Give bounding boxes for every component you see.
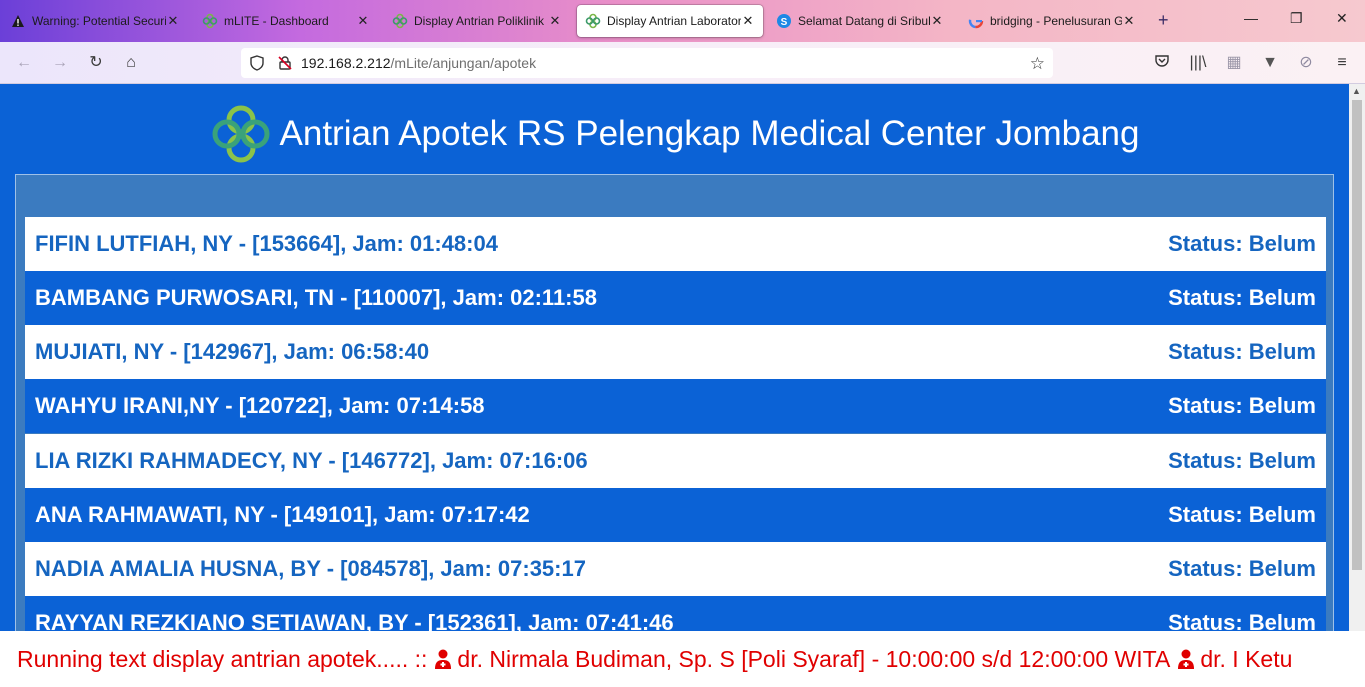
patient-info: MUJIATI, NY - [142967], Jam: 06:58:40 (35, 339, 430, 364)
queue-status: Status: Belum (1168, 448, 1316, 473)
running-text-ticker: Running text display antrian apotek.....… (0, 631, 1349, 687)
extension-icon[interactable]: ▦ (1224, 53, 1244, 73)
ticker-doctor-schedule: dr. I Ketu (1200, 645, 1293, 672)
page-scrollbar[interactable]: ▲ (1349, 84, 1365, 631)
vpn-extension-icon[interactable]: ▼ (1260, 53, 1280, 73)
ticker-doctor-schedule: dr. Nirmala Budiman, Sp. S [Poli Syaraf]… (457, 645, 1171, 672)
close-window-icon[interactable]: ✕ (1336, 10, 1348, 27)
reload-icon[interactable]: ↻ (86, 53, 106, 73)
tab-bar: Warning: Potential Securi ✕ mLITE - Dash… (0, 0, 1365, 42)
queue-status: Status: Belum (1168, 231, 1316, 256)
tab-title: Display Antrian Laborator (607, 14, 741, 28)
back-icon[interactable]: ← (14, 53, 34, 73)
compass-icon[interactable]: ⊘ (1296, 53, 1316, 73)
forward-icon[interactable]: → (50, 53, 70, 73)
queue-row: MUJIATI, NY - [142967], Jam: 06:58:40 St… (25, 325, 1326, 379)
home-icon[interactable]: ⌂ (121, 53, 141, 73)
tab-title: Selamat Datang di Sribula (798, 14, 930, 28)
browser-tab-2[interactable]: mLITE - Dashboard ✕ (194, 5, 378, 37)
mlite-logo-icon (392, 13, 408, 29)
close-tab-icon[interactable]: ✕ (741, 13, 755, 29)
minimize-icon[interactable]: — (1244, 10, 1258, 26)
patient-info: BAMBANG PURWOSARI, TN - [110007], Jam: 0… (35, 285, 597, 310)
url-text: 192.168.2.212/mLite/anjungan/apotek (301, 55, 536, 71)
restore-icon[interactable]: ❐ (1290, 10, 1303, 27)
page-header: Antrian Apotek RS Pelengkap Medical Cent… (0, 102, 1349, 166)
queue-status: Status: Belum (1168, 502, 1316, 527)
navigation-toolbar: ← → ↻ ⌂ 192.168.2.212/mLite/anjungan/apo… (0, 42, 1365, 84)
address-bar[interactable]: 192.168.2.212/mLite/anjungan/apotek ☆ (241, 48, 1053, 78)
queue-status: Status: Belum (1168, 610, 1316, 631)
url-path: /mLite/anjungan/apotek (390, 55, 537, 71)
patient-info: LIA RIZKI RAHMADECY, NY - [146772], Jam:… (35, 448, 588, 473)
tab-title: bridging - Penelusuran Go (990, 14, 1122, 28)
scrollbar-thumb[interactable] (1352, 100, 1362, 570)
mlite-logo-icon (585, 13, 601, 29)
tab-title: Display Antrian Poliklinik (414, 14, 545, 28)
library-icon[interactable]: |||\ (1188, 53, 1208, 73)
patient-info: ANA RAHMAWATI, NY - [149101], Jam: 07:17… (35, 502, 530, 527)
queue-status: Status: Belum (1168, 556, 1316, 581)
close-tab-icon[interactable]: ✕ (548, 13, 562, 29)
browser-tab-active[interactable]: Display Antrian Laborator ✕ (577, 5, 763, 37)
hospital-logo-icon (210, 103, 272, 165)
queue-row: FIFIN LUTFIAH, NY - [153664], Jam: 01:48… (25, 217, 1326, 271)
patient-info: RAYYAN REZKIANO SETIAWAN, BY - [152361],… (35, 610, 674, 631)
insecure-lock-icon[interactable] (277, 55, 293, 71)
queue-panel: FIFIN LUTFIAH, NY - [153664], Jam: 01:48… (15, 174, 1334, 631)
s-logo-icon: S (776, 13, 792, 29)
queue-status: Status: Belum (1168, 285, 1316, 310)
queue-row: LIA RIZKI RAHMADECY, NY - [146772], Jam:… (25, 434, 1326, 488)
new-tab-icon[interactable]: + (1158, 10, 1169, 31)
queue-row: ANA RAHMAWATI, NY - [149101], Jam: 07:17… (25, 488, 1326, 542)
browser-tab-3[interactable]: Display Antrian Poliklinik ✕ (384, 5, 570, 37)
patient-info: FIFIN LUTFIAH, NY - [153664], Jam: 01:48… (35, 231, 498, 256)
browser-tab-6[interactable]: bridging - Penelusuran Go ✕ (960, 5, 1144, 37)
warning-icon (10, 13, 26, 29)
queue-row: WAHYU IRANI,NY - [120722], Jam: 07:14:58… (25, 379, 1326, 433)
menu-icon[interactable]: ≡ (1332, 53, 1352, 73)
close-tab-icon[interactable]: ✕ (356, 13, 370, 29)
close-tab-icon[interactable]: ✕ (930, 13, 944, 29)
bookmark-star-icon[interactable]: ☆ (1030, 54, 1045, 74)
close-tab-icon[interactable]: ✕ (166, 13, 180, 29)
queue-status: Status: Belum (1168, 339, 1316, 364)
mlite-logo-icon (202, 13, 218, 29)
doctor-icon (1176, 648, 1196, 670)
queue-row: NADIA AMALIA HUSNA, BY - [084578], Jam: … (25, 542, 1326, 596)
browser-tab-1[interactable]: Warning: Potential Securi ✕ (2, 5, 188, 37)
url-host: 192.168.2.212 (301, 55, 391, 71)
queue-row: RAYYAN REZKIANO SETIAWAN, BY - [152361],… (25, 596, 1326, 631)
close-tab-icon[interactable]: ✕ (1122, 13, 1136, 29)
ticker-intro: Running text display antrian apotek.....… (17, 645, 428, 672)
google-icon (968, 13, 984, 29)
pocket-icon[interactable] (1152, 53, 1172, 73)
browser-tab-5[interactable]: S Selamat Datang di Sribula ✕ (768, 5, 952, 37)
queue-status: Status: Belum (1168, 393, 1316, 418)
scroll-up-icon[interactable]: ▲ (1352, 86, 1361, 96)
doctor-icon (433, 648, 453, 670)
tab-title: Warning: Potential Securi (32, 14, 166, 28)
patient-info: WAHYU IRANI,NY - [120722], Jam: 07:14:58 (35, 393, 485, 418)
queue-row: BAMBANG PURWOSARI, TN - [110007], Jam: 0… (25, 271, 1326, 325)
svg-text:S: S (781, 17, 788, 28)
tab-title: mLITE - Dashboard (224, 14, 329, 28)
ticker-content: Running text display antrian apotek.....… (17, 646, 1292, 673)
patient-info: NADIA AMALIA HUSNA, BY - [084578], Jam: … (35, 556, 586, 581)
queue-display-page: Antrian Apotek RS Pelengkap Medical Cent… (0, 84, 1349, 631)
shield-icon[interactable] (249, 55, 265, 71)
page-title: Antrian Apotek RS Pelengkap Medical Cent… (279, 114, 1140, 153)
